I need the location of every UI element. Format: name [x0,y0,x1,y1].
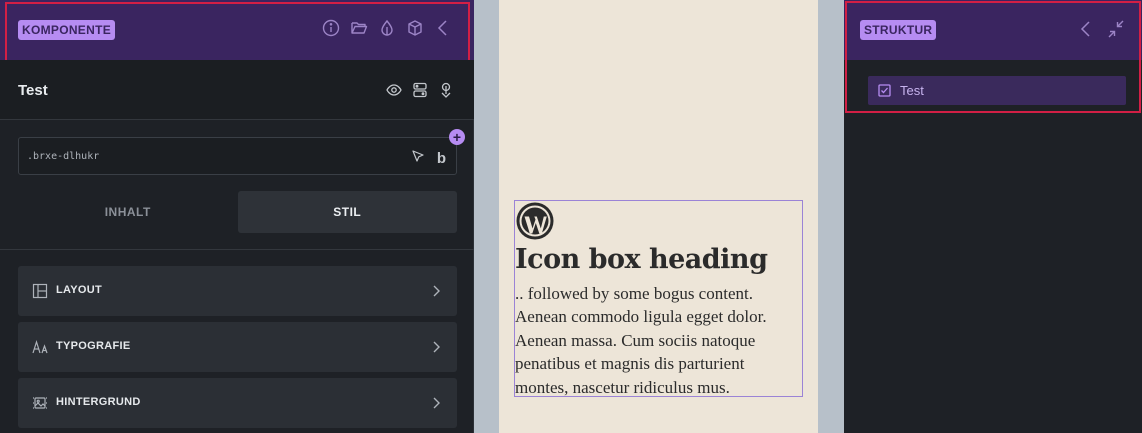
css-selector-field[interactable]: b [18,137,457,175]
left-panel: KOMPONENTE Test .brxe-dlhukr b + INHALT … [0,0,474,433]
group-layout[interactable]: LAYOUT [18,266,457,316]
icon-box-heading: Icon box heading [515,244,768,275]
checkbox-icon [878,84,891,97]
tab-bar: INHALT STIL [18,191,457,233]
chevron-right-icon [429,395,443,411]
tab-inhalt[interactable]: INHALT [18,191,238,233]
group-label: LAYOUT [56,284,103,296]
structure-item-label: Test [900,83,924,98]
info-icon[interactable] [322,19,340,37]
cube-icon[interactable] [406,19,424,37]
cursor-icon[interactable] [411,149,425,168]
element-actions [386,82,454,98]
droplet-icon[interactable] [378,19,396,37]
element-row: Test [0,60,474,120]
group-label: HINTERGRUND [56,396,141,408]
structure-panel: STRUKTUR Test [844,0,1142,433]
icon-box-text: .. followed by some bogus content. Aenea… [515,284,767,397]
selector-actions: b [411,149,446,168]
structure-item[interactable]: Test [868,76,1126,105]
group-label: TYPOGRAFIE [56,340,131,352]
structure-toolbar [1078,20,1124,43]
css-selector-input[interactable] [27,147,387,165]
folder-open-icon[interactable] [350,19,368,37]
toggle-layout-icon[interactable] [412,82,428,98]
b-icon[interactable]: b [437,151,446,166]
wordpress-icon [516,202,554,240]
layout-icon [32,283,48,299]
icon-box-element[interactable]: Icon box heading .. followed by some bog… [514,200,803,397]
typography-icon [32,339,48,355]
preview-page: Icon box heading .. followed by some bog… [499,0,818,433]
header-toolbar [322,19,452,37]
builder-app: KOMPONENTE Test .brxe-dlhukr b + INHALT … [0,0,1142,433]
component-badge[interactable]: KOMPONENTE [18,20,116,40]
touch-pointer-icon[interactable] [438,82,454,98]
divider [0,249,474,250]
tab-stil[interactable]: STIL [237,191,457,233]
chevron-right-icon [429,283,443,299]
chevron-right-icon [429,339,443,355]
collapse-icon[interactable] [1108,20,1124,43]
eye-icon[interactable] [386,82,402,98]
structure-panel-header: STRUKTUR [844,0,1142,60]
structure-badge[interactable]: STRUKTUR [860,20,937,40]
group-typografie[interactable]: TYPOGRAFIE [18,322,457,372]
add-class-button[interactable]: + [449,129,465,145]
component-panel-header: KOMPONENTE [0,0,474,60]
background-icon [32,395,48,411]
chevron-left-icon[interactable] [434,19,452,37]
chevron-left-icon[interactable] [1078,20,1094,43]
group-hintergrund[interactable]: HINTERGRUND [18,378,457,428]
element-title[interactable]: Test [18,82,48,99]
preview-canvas: Icon box heading .. followed by some bog… [474,0,844,433]
